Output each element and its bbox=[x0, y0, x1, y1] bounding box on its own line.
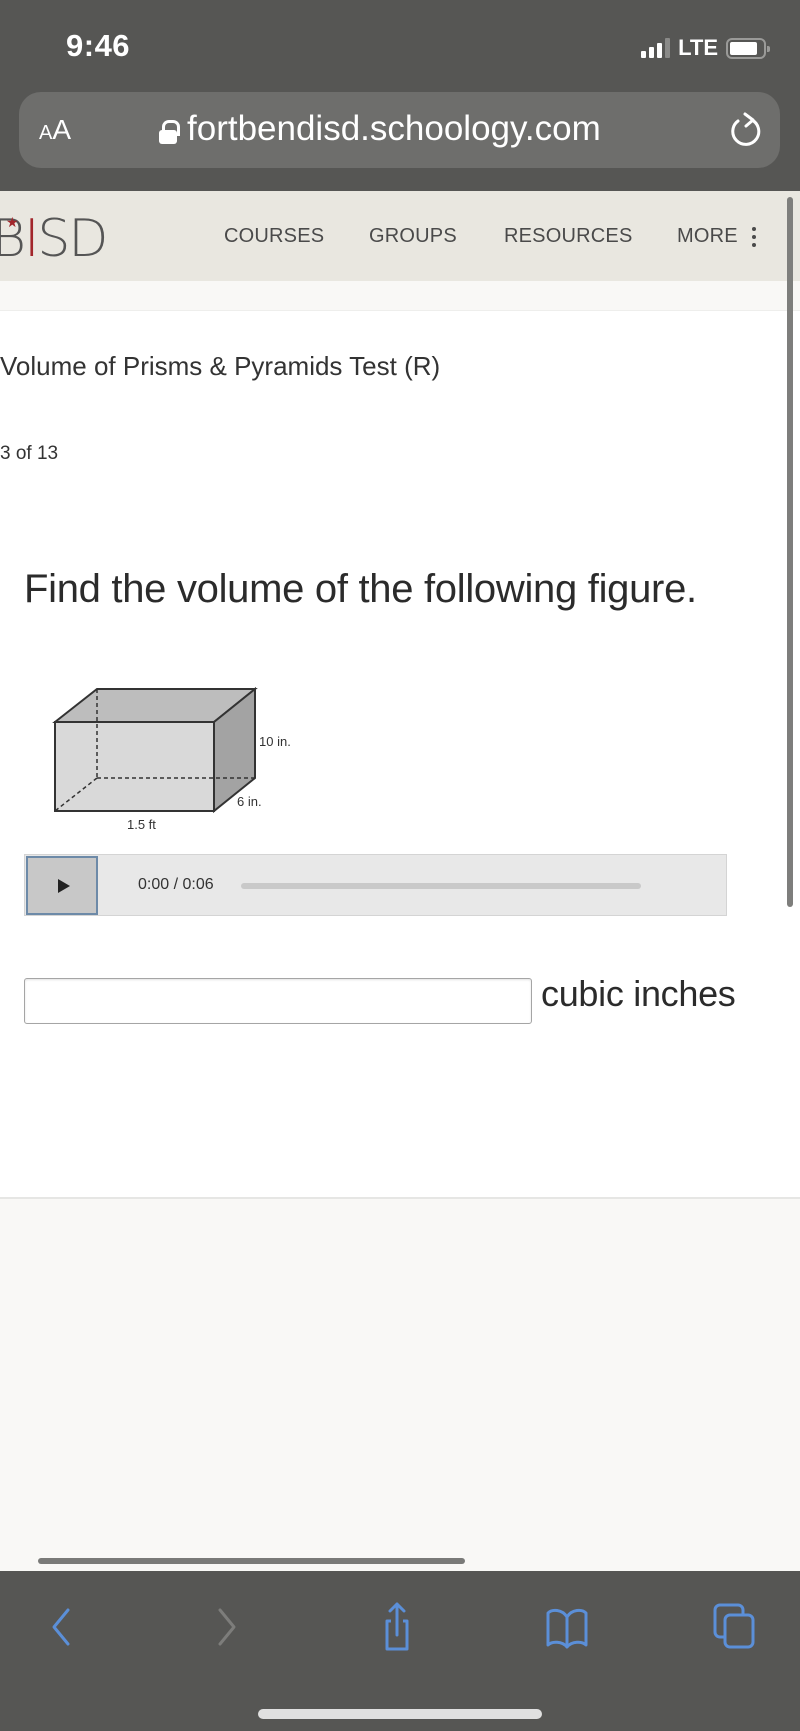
text-size-button[interactable]: AA bbox=[39, 114, 71, 146]
status-indicators: LTE bbox=[641, 35, 770, 60]
prism-drawing bbox=[52, 686, 258, 814]
answer-unit: cubic inches bbox=[541, 973, 736, 1014]
height-label: 10 in. bbox=[259, 734, 291, 749]
audio-progress-bar[interactable] bbox=[241, 883, 641, 889]
vertical-scrollbar[interactable] bbox=[787, 197, 793, 907]
nav-groups[interactable]: GROUPS bbox=[369, 225, 457, 248]
safari-toolbar bbox=[0, 1571, 800, 1731]
network-label: LTE bbox=[678, 35, 718, 60]
prism-front-face bbox=[54, 721, 215, 812]
length-label: 1.5 ft bbox=[127, 817, 156, 832]
audio-player: 0:00 / 0:06 bbox=[24, 854, 727, 916]
signal-icon bbox=[641, 38, 671, 58]
text-size-small-glyph: A bbox=[39, 122, 53, 144]
chevron-left-icon[interactable] bbox=[36, 1601, 86, 1651]
share-icon[interactable] bbox=[372, 1601, 422, 1651]
prism-figure: 10 in. 6 in. 1.5 ft bbox=[52, 686, 291, 832]
play-button[interactable] bbox=[26, 856, 98, 915]
url-display[interactable]: fortbendisd.schoology.com bbox=[159, 109, 601, 149]
address-bar[interactable]: AA fortbendisd.schoology.com bbox=[19, 92, 780, 168]
nav-resources[interactable]: RESOURCES bbox=[504, 225, 633, 248]
depth-label: 6 in. bbox=[237, 794, 262, 809]
audio-time: 0:00 / 0:06 bbox=[138, 876, 214, 893]
nav-courses[interactable]: COURSES bbox=[224, 225, 324, 248]
url-text: fortbendisd.schoology.com bbox=[187, 109, 601, 148]
text-size-large-glyph: A bbox=[52, 114, 72, 145]
reload-icon[interactable] bbox=[726, 110, 764, 150]
status-time: 9:46 bbox=[66, 28, 131, 63]
header-subband bbox=[0, 281, 800, 311]
battery-level bbox=[730, 41, 758, 55]
lock-icon bbox=[159, 120, 180, 144]
nav-more[interactable]: MORE bbox=[677, 225, 738, 248]
tabs-icon[interactable] bbox=[710, 1601, 760, 1651]
question-card: Volume of Prisms & Pyramids Test (R) 3 o… bbox=[0, 311, 800, 1199]
horizontal-scrollbar[interactable] bbox=[38, 1558, 465, 1564]
chevron-right-icon[interactable] bbox=[202, 1601, 252, 1651]
home-indicator[interactable] bbox=[258, 1709, 542, 1719]
browser-chrome: 9:46 LTE AA fortbendisd.schoology.com bbox=[0, 0, 800, 191]
more-dots-icon[interactable] bbox=[752, 227, 758, 251]
book-icon[interactable] bbox=[542, 1601, 592, 1651]
main-nav: COURSES GROUPS RESOURCES MORE bbox=[0, 225, 800, 255]
battery-icon bbox=[726, 37, 770, 59]
answer-input[interactable] bbox=[24, 978, 532, 1024]
site-header: BISD ★ COURSES GROUPS RESOURCES MORE bbox=[0, 191, 800, 281]
